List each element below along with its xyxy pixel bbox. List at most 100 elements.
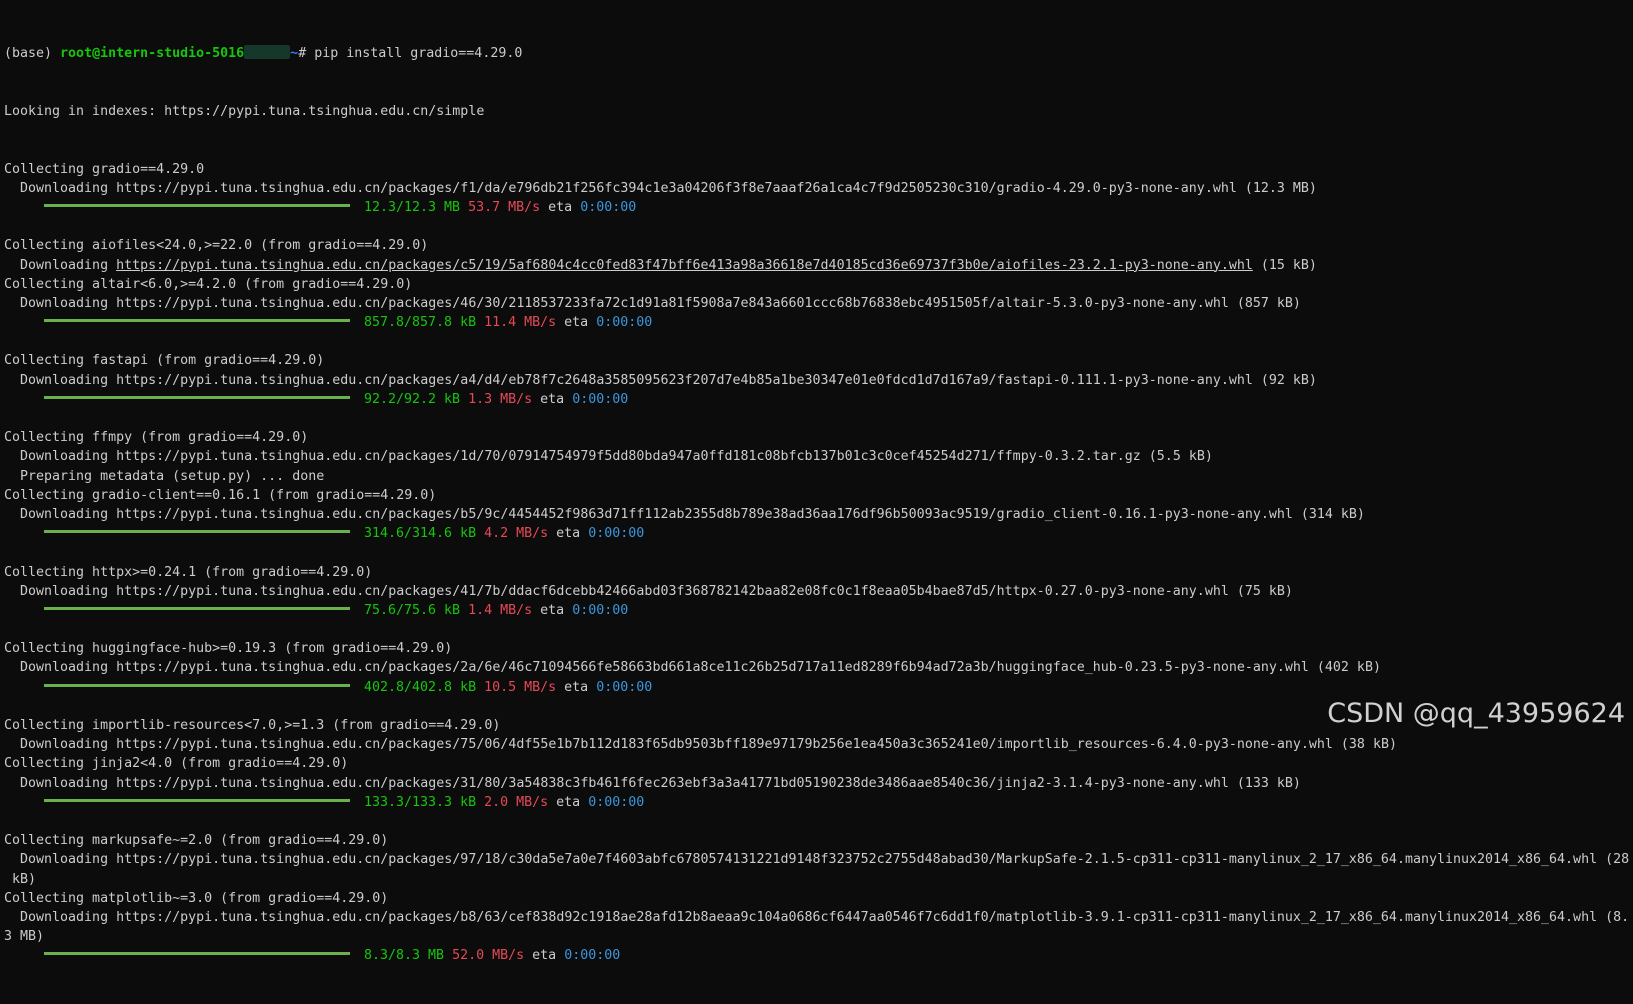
- index-line: Looking in indexes: https://pypi.tuna.ts…: [4, 104, 485, 119]
- package-size: (402 kB): [1316, 660, 1381, 676]
- progress-speed: 52.0 MB/s: [452, 948, 525, 964]
- progress-eta: 0:00:00: [588, 794, 645, 810]
- progress-size: 12.3/12.3 MB: [364, 199, 461, 215]
- downloading-line: Downloading https://pypi.tuna.tsinghua.e…: [4, 505, 1633, 524]
- collecting-line: Collecting aiofiles<24.0,>=22.0 (from gr…: [4, 238, 429, 254]
- downloading-line: Downloading https://pypi.tuna.tsinghua.e…: [4, 447, 1633, 466]
- collecting-line: Collecting ffmpy (from gradio==4.29.0): [4, 430, 309, 446]
- downloading-label: Downloading: [4, 257, 117, 273]
- package-log: Collecting gradio==4.29.0 Downloading ht…: [4, 160, 1633, 985]
- redacted-host-suffix: [244, 45, 291, 60]
- progress-speed: 53.7 MB/s: [468, 199, 541, 215]
- downloading-label: Downloading: [4, 449, 117, 465]
- collecting-line: Collecting huggingface-hub>=0.19.3 (from…: [4, 641, 453, 657]
- eta-label: eta: [540, 391, 565, 407]
- downloading-label: Downloading: [4, 180, 117, 196]
- collecting-line: Collecting markupsafe~=2.0 (from gradio=…: [4, 833, 389, 849]
- package-url-link[interactable]: https://pypi.tuna.tsinghua.edu.cn/packag…: [116, 910, 1597, 925]
- terminal-output[interactable]: (base) root@intern-studio-5016 ~# pip ins…: [4, 6, 1633, 1004]
- progress-line: 8.3/8.3 MB 52.0 MB/s eta 0:00:00: [4, 946, 1633, 965]
- command-prompt-line: (base) root@intern-studio-5016 ~# pip ins…: [4, 44, 1633, 63]
- package-url-link[interactable]: https://pypi.tuna.tsinghua.edu.cn/packag…: [116, 296, 1229, 311]
- progress-bar: [44, 798, 350, 802]
- progress-line: 314.6/314.6 kB 4.2 MB/s eta 0:00:00: [4, 524, 1633, 543]
- downloading-line: Downloading https://pypi.tuna.tsinghua.e…: [4, 908, 1633, 927]
- progress-line: 75.6/75.6 kB 1.4 MB/s eta 0:00:00: [4, 601, 1633, 620]
- package-size: (75 kB): [1236, 583, 1293, 599]
- progress-size: 402.8/402.8 kB: [364, 679, 477, 695]
- eta-label: eta: [556, 794, 581, 810]
- conda-env-label: (base): [4, 46, 61, 62]
- progress-speed: 2.0 MB/s: [484, 794, 549, 810]
- progress-line: 133.3/133.3 kB 2.0 MB/s eta 0:00:00: [4, 793, 1633, 812]
- downloading-line: Downloading https://pypi.tuna.tsinghua.e…: [4, 582, 1633, 601]
- progress-size: 857.8/857.8 kB: [364, 315, 477, 331]
- progress-eta: 0:00:00: [580, 199, 637, 215]
- collecting-line: Collecting gradio==4.29.0: [4, 161, 205, 177]
- collecting-line: Collecting jinja2<4.0 (from gradio==4.29…: [4, 756, 349, 772]
- package-size: (5.5 kB): [1148, 449, 1213, 465]
- downloading-label: Downloading: [4, 506, 117, 522]
- downloading-label: Downloading: [4, 852, 117, 868]
- package-size: (15 kB): [1260, 257, 1317, 273]
- package-url-link[interactable]: https://pypi.tuna.tsinghua.edu.cn/packag…: [116, 258, 1253, 273]
- progress-bar: [44, 683, 350, 687]
- progress-bar: [44, 530, 350, 534]
- eta-label: eta: [564, 315, 589, 331]
- package-size: (8.: [1605, 909, 1630, 925]
- progress-size: 314.6/314.6 kB: [364, 526, 477, 542]
- wrapped-line: 3 MB): [4, 929, 45, 945]
- downloading-line: Downloading https://pypi.tuna.tsinghua.e…: [4, 256, 1633, 275]
- progress-speed: 4.2 MB/s: [484, 526, 549, 542]
- downloading-line: Downloading https://pypi.tuna.tsinghua.e…: [4, 658, 1633, 677]
- package-url-link[interactable]: https://pypi.tuna.tsinghua.edu.cn/packag…: [116, 776, 1229, 791]
- prompt-symbol: #: [298, 46, 315, 62]
- progress-size: 133.3/133.3 kB: [364, 794, 477, 810]
- progress-bar: [44, 606, 350, 610]
- progress-eta: 0:00:00: [572, 602, 629, 618]
- package-url-link[interactable]: https://pypi.tuna.tsinghua.edu.cn/packag…: [116, 181, 1237, 196]
- package-url-link[interactable]: https://pypi.tuna.tsinghua.edu.cn/packag…: [116, 373, 1253, 388]
- watermark: CSDN @qq_43959624: [1327, 698, 1625, 729]
- collecting-line: Collecting httpx>=0.24.1 (from gradio==4…: [4, 564, 373, 580]
- package-size: (12.3 MB): [1244, 180, 1317, 196]
- collecting-line: Collecting matplotlib~=3.0 (from gradio=…: [4, 890, 389, 906]
- downloading-label: Downloading: [4, 909, 117, 925]
- package-size: (28: [1605, 852, 1630, 868]
- progress-size: 75.6/75.6 kB: [364, 602, 461, 618]
- downloading-line: Downloading https://pypi.tuna.tsinghua.e…: [4, 774, 1633, 793]
- progress-eta: 0:00:00: [596, 679, 653, 695]
- package-size: (133 kB): [1236, 775, 1301, 791]
- package-url-link[interactable]: https://pypi.tuna.tsinghua.edu.cn/packag…: [116, 449, 1141, 464]
- wrapped-line: kB): [4, 871, 37, 887]
- downloading-line: Downloading https://pypi.tuna.tsinghua.e…: [4, 294, 1633, 313]
- progress-speed: 11.4 MB/s: [484, 315, 557, 331]
- collecting-line: Collecting gradio-client==0.16.1 (from g…: [4, 487, 437, 503]
- downloading-label: Downloading: [4, 372, 117, 388]
- collecting-line: Collecting fastapi (from gradio==4.29.0): [4, 353, 325, 369]
- eta-label: eta: [564, 679, 589, 695]
- package-url-link[interactable]: https://pypi.tuna.tsinghua.edu.cn/packag…: [116, 852, 1597, 867]
- collecting-line: Collecting altair<6.0,>=4.2.0 (from grad…: [4, 276, 413, 292]
- downloading-label: Downloading: [4, 775, 117, 791]
- prompt-path: ~: [290, 46, 299, 62]
- package-url-link[interactable]: https://pypi.tuna.tsinghua.edu.cn/packag…: [116, 584, 1229, 599]
- progress-bar: [44, 203, 350, 207]
- package-size: (314 kB): [1300, 506, 1365, 522]
- progress-eta: 0:00:00: [588, 526, 645, 542]
- package-url-link[interactable]: https://pypi.tuna.tsinghua.edu.cn/packag…: [116, 660, 1309, 675]
- progress-size: 92.2/92.2 kB: [364, 391, 461, 407]
- progress-bar: [44, 395, 350, 399]
- eta-label: eta: [556, 526, 581, 542]
- eta-label: eta: [540, 602, 565, 618]
- downloading-label: Downloading: [4, 660, 117, 676]
- progress-eta: 0:00:00: [572, 391, 629, 407]
- downloading-label: Downloading: [4, 295, 117, 311]
- progress-bar: [44, 319, 350, 323]
- package-url-link[interactable]: https://pypi.tuna.tsinghua.edu.cn/packag…: [116, 507, 1293, 522]
